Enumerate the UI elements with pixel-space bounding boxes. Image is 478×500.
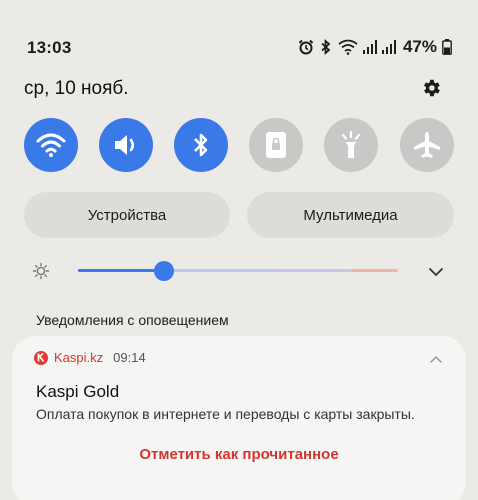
flashlight-toggle[interactable] (324, 118, 378, 172)
signal-icon (381, 40, 396, 54)
battery-icon (442, 39, 452, 55)
devices-button[interactable]: Устройства (24, 192, 230, 238)
sound-toggle[interactable] (99, 118, 153, 172)
kaspi-logo-icon (34, 350, 48, 365)
notification-body: Оплата покупок в интернете и переводы с … (36, 406, 415, 422)
brightness-icon (32, 262, 50, 280)
media-button[interactable]: Мультимедиа (247, 192, 454, 238)
mark-as-read-button[interactable]: Отметить как прочитанное (12, 446, 466, 463)
rotate-lock-toggle[interactable] (249, 118, 303, 172)
gear-icon[interactable] (420, 77, 442, 99)
status-time: 13:03 (27, 38, 72, 57)
notification-time: 09:14 (113, 350, 146, 365)
notification-card[interactable]: Kaspi.kz 09:14 Kaspi Gold Оплата покупок… (12, 336, 466, 500)
bluetooth-toggle[interactable] (174, 118, 228, 172)
battery-percent: 47% (402, 37, 437, 56)
date-label: ср, 10 нояб. (24, 78, 129, 99)
status-icons: 47% (298, 37, 452, 57)
bluetooth-icon (194, 133, 208, 157)
notification-title: Kaspi Gold (36, 382, 120, 401)
brightness-slider-thumb[interactable] (154, 261, 175, 281)
bluetooth-icon (321, 39, 331, 55)
brightness-slider-track[interactable] (78, 269, 398, 272)
signal-icon (362, 40, 377, 54)
brightness-row (24, 256, 454, 286)
wifi-icon (36, 133, 66, 157)
notifications-section-label: Уведомления с оповещением (36, 312, 229, 328)
quick-settings-row (24, 118, 454, 172)
notification-header: Kaspi.kz 09:14 (34, 350, 146, 365)
chevron-up-icon[interactable] (430, 354, 442, 364)
notification-app-name: Kaspi.kz (54, 350, 104, 365)
rotate-lock-icon (266, 132, 286, 158)
chevron-down-icon[interactable] (428, 264, 444, 280)
airplane-icon (414, 132, 440, 158)
wifi-icon (338, 39, 358, 55)
alarm-icon (298, 39, 314, 55)
speaker-icon (115, 135, 135, 155)
status-bar: 13:03 47% (0, 0, 478, 90)
flashlight-icon (341, 130, 361, 158)
wifi-toggle[interactable] (24, 118, 78, 172)
airplane-toggle[interactable] (400, 118, 454, 172)
